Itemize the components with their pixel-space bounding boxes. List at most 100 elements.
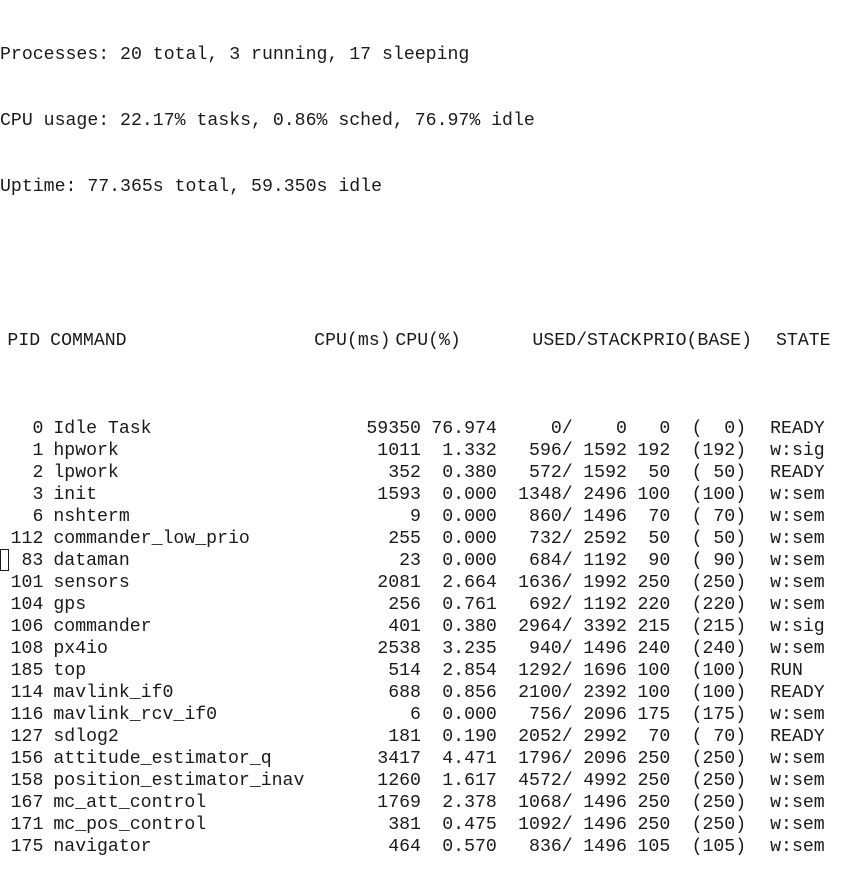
cell-state: w:sig [770, 617, 825, 637]
cell-used: 836/ [529, 837, 573, 857]
table-row: 156 attitude_estimator_q 3417 4.471 1796/209… [0, 748, 849, 770]
cell-cpu-ms: 3417 [377, 749, 421, 769]
table-row: 0 Idle Task 59350 76.974 0/0 0 ( 0) READY [0, 418, 849, 440]
cell-pid: 171 [10, 815, 44, 835]
process-table: 0 Idle Task 59350 76.974 0/0 0 ( 0) READY 1 hpwor… [0, 418, 849, 858]
cell-pid: 185 [10, 661, 44, 681]
cell-state: READY [770, 683, 825, 703]
cell-cpu-ms: 401 [388, 617, 421, 637]
cell-pid: 167 [10, 793, 44, 813]
cell-state: w:sem [770, 771, 825, 791]
cell-base: ( 0) [691, 419, 747, 439]
cell-cpu-ms: 2081 [377, 573, 421, 593]
cell-used: 684/ [529, 551, 573, 571]
cell-prio: 220 [637, 595, 671, 615]
cell-prio: 70 [648, 727, 671, 747]
cell-cpu-ms: 1769 [377, 793, 421, 813]
cell-used: 756/ [529, 705, 573, 725]
cell-base: ( 50) [691, 463, 747, 483]
header-used-stack: USED/STACK [532, 331, 642, 351]
cell-state: RUN [770, 661, 803, 681]
cell-cpu-ms: 2538 [377, 639, 421, 659]
cell-state: w:sem [770, 507, 825, 527]
header-cpu-ms: CPU(ms) [314, 331, 391, 351]
cell-prio: 192 [637, 441, 671, 461]
cell-base: ( 50) [691, 529, 747, 549]
cell-command: mc_pos_control [53, 815, 207, 835]
cell-prio: 70 [648, 507, 671, 527]
cell-pid: 3 [32, 485, 44, 505]
cell-used: 2052/ [518, 727, 573, 747]
cell-pid: 116 [10, 705, 44, 725]
table-row: 101 sensors 2081 2.664 1636/1992 250 (250) w:se… [0, 572, 849, 594]
cell-base: (250) [691, 793, 747, 813]
cell-prio: 90 [648, 551, 671, 571]
header-cpu-pct: CPU(%) [395, 331, 461, 351]
cell-pid: 175 [10, 837, 44, 857]
cell-base: (250) [691, 573, 747, 593]
table-row: 83 dataman 23 0.000 684/1192 90( 90) w:sem [0, 550, 849, 572]
cell-pid: 127 [10, 727, 44, 747]
cell-prio: 50 [648, 529, 671, 549]
cell-prio: 250 [637, 573, 671, 593]
cell-cpu-ms: 1593 [377, 485, 421, 505]
cell-command: mavlink_rcv_if0 [53, 705, 218, 725]
cell-pid: 101 [10, 573, 44, 593]
cell-stack: 3392 [583, 617, 627, 637]
terminal-cursor[interactable] [0, 549, 9, 571]
cell-used: 1636/ [518, 573, 573, 593]
table-row: 1 hpwork 1011 1.332 596/1592 192 (192) w:sig [0, 440, 849, 462]
cell-prio: 250 [637, 771, 671, 791]
cell-state: w:sem [770, 551, 825, 571]
table-row: 171 mc_pos_control 381 0.475 1092/1496 250 (25… [0, 814, 849, 836]
cell-pid: 2 [32, 463, 44, 483]
terminal-output: Processes: 20 total, 3 running, 17 sleep… [0, 0, 849, 857]
cell-command: position_estimator_inav [53, 771, 305, 791]
cell-state: w:sig [770, 441, 825, 461]
cell-base: (100) [691, 485, 747, 505]
table-row: 158 position_estimator_inav 1260 1.617 4572/… [0, 770, 849, 792]
cell-used: 1796/ [518, 749, 573, 769]
cell-command: init [53, 485, 98, 505]
cell-command: dataman [53, 551, 130, 571]
cell-stack: 1496 [583, 507, 627, 527]
cell-used: 1068/ [518, 793, 573, 813]
cell-base: ( 90) [691, 551, 747, 571]
cell-command: nshterm [53, 507, 130, 527]
cell-cpu-ms: 1260 [377, 771, 421, 791]
cell-used: 692/ [529, 595, 573, 615]
table-row: 127 sdlog2 181 0.190 2052/2992 70 ( 70) READY [0, 726, 849, 748]
cell-command: commander [53, 617, 152, 637]
cell-cpu-pct: 0.000 [442, 705, 497, 725]
cell-stack: 2392 [583, 683, 627, 703]
cell-prio: 100 [637, 661, 671, 681]
cell-cpu-ms: 9 [410, 507, 421, 527]
cell-cpu-pct: 0.380 [442, 617, 497, 637]
cell-stack: 1992 [583, 573, 627, 593]
cell-used: 940/ [529, 639, 573, 659]
cell-state: w:sem [770, 529, 825, 549]
cell-stack: 1696 [583, 661, 627, 681]
table-row: 167 mc_att_control 1769 2.378 1068/1496 250 (2… [0, 792, 849, 814]
cell-prio: 100 [637, 683, 671, 703]
cell-state: READY [770, 419, 825, 439]
cell-base: (100) [691, 683, 747, 703]
cell-cpu-pct: 0.475 [442, 815, 497, 835]
header-state: STATE [776, 331, 831, 351]
cell-used: 572/ [529, 463, 573, 483]
cell-command: hpwork [53, 441, 119, 461]
cell-cpu-pct: 0.380 [442, 463, 497, 483]
processes-summary: Processes: 20 total, 3 running, 17 sleep… [0, 45, 470, 65]
cell-pid: 158 [10, 771, 44, 791]
cell-pid: 104 [10, 595, 44, 615]
cell-pid: 156 [10, 749, 44, 769]
cell-prio: 50 [648, 463, 671, 483]
table-row: 3 init 1593 0.000 1348/2496 100 (100) w:sem [0, 484, 849, 506]
cell-stack: 1496 [583, 793, 627, 813]
cell-prio: 105 [637, 837, 671, 857]
cell-cpu-pct: 3.235 [442, 639, 497, 659]
cell-pid: 108 [10, 639, 44, 659]
cell-base: (220) [691, 595, 747, 615]
cell-used: 0/ [550, 419, 573, 439]
